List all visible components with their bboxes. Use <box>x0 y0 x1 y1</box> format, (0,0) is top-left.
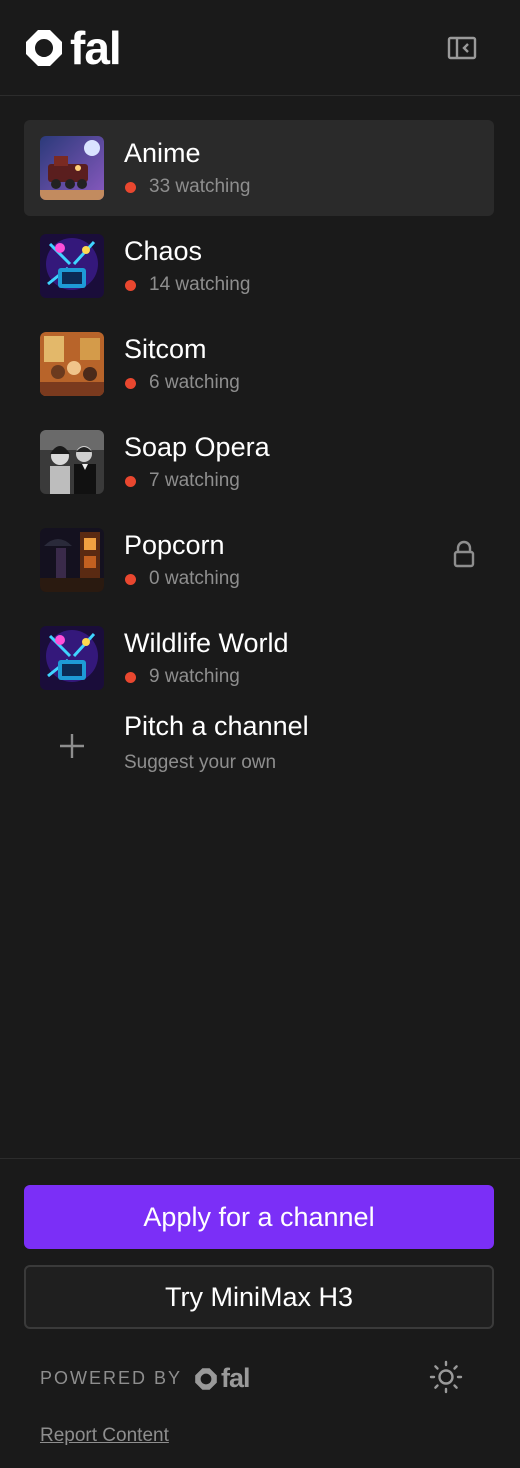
powered-by: POWERED BY fal <box>40 1363 251 1394</box>
channel-name: Anime <box>124 138 201 168</box>
powered-by-label: POWERED BY <box>40 1368 183 1388</box>
sun-icon <box>429 1360 463 1394</box>
channel-name: Soap Opera <box>124 432 270 462</box>
channel-status: 0 watching <box>124 568 240 590</box>
fal-logo[interactable]: fal <box>24 22 122 74</box>
wildlife-tv-thumbnail <box>40 626 104 690</box>
pitch-subtitle: Suggest your own <box>124 752 277 773</box>
chaos-tv-thumbnail <box>40 234 104 298</box>
soap-opera-thumbnail <box>40 430 104 494</box>
watching-count: 7 watching <box>149 470 240 491</box>
watching-count: 9 watching <box>149 666 240 687</box>
watching-count: 14 watching <box>149 274 251 295</box>
try-minimax-button[interactable]: Try MiniMax H3 <box>24 1265 494 1329</box>
footer: Apply for a channel Try MiniMax H3 POWER… <box>0 1158 520 1468</box>
live-dot-icon <box>125 279 136 291</box>
report-content-link[interactable]: Report Content <box>40 1425 169 1447</box>
logo-text: fal <box>70 22 122 74</box>
channel-name: Wildlife World <box>124 628 289 658</box>
channel-item-wildlife-world[interactable]: Wildlife World 9 watching <box>24 610 494 706</box>
channel-status: 6 watching <box>124 372 240 394</box>
channel-item-popcorn[interactable]: Popcorn 0 watching <box>24 512 494 608</box>
live-dot-icon <box>125 475 136 487</box>
watching-count: 33 watching <box>149 176 251 197</box>
sidebar-collapse-icon <box>447 36 477 60</box>
channel-name: Sitcom <box>124 334 207 364</box>
live-dot-icon <box>125 181 136 193</box>
watching-count: 0 watching <box>149 568 240 589</box>
channel-list: Anime 33 watching Chaos 14 watching Sitc… <box>24 120 494 804</box>
channel-item-anime[interactable]: Anime 33 watching <box>24 120 494 216</box>
pitch-title: Pitch a channel <box>124 711 309 741</box>
header: fal <box>0 0 520 96</box>
live-dot-icon <box>125 377 136 389</box>
channel-name: Chaos <box>124 236 203 266</box>
plus-icon <box>54 728 90 764</box>
channel-status: 14 watching <box>124 274 250 296</box>
channel-status: 33 watching <box>124 176 250 198</box>
powered-fal-logo[interactable]: fal <box>194 1363 251 1394</box>
anime-train-thumbnail <box>40 136 104 200</box>
sidebar-toggle-button[interactable] <box>446 34 478 62</box>
fal-logo-icon <box>195 1367 217 1390</box>
channel-status: 9 watching <box>124 666 240 688</box>
channel-name: Popcorn <box>124 530 225 560</box>
channel-item-soap-opera[interactable]: Soap Opera 7 watching <box>24 414 494 510</box>
pitch-channel-item[interactable]: Pitch a channel Suggest your own <box>24 708 494 804</box>
fal-logo-icon <box>26 30 62 66</box>
popcorn-thumbnail <box>40 528 104 592</box>
channel-status: 7 watching <box>124 470 240 492</box>
channel-item-chaos[interactable]: Chaos 14 watching <box>24 218 494 314</box>
powered-logo-text: fal <box>221 1363 250 1393</box>
watching-count: 6 watching <box>149 372 240 393</box>
live-dot-icon <box>125 671 136 683</box>
theme-toggle-button[interactable] <box>428 1359 464 1395</box>
lock-icon <box>452 539 476 569</box>
sitcom-thumbnail <box>40 332 104 396</box>
channel-item-sitcom[interactable]: Sitcom 6 watching <box>24 316 494 412</box>
live-dot-icon <box>125 573 136 585</box>
apply-for-channel-button[interactable]: Apply for a channel <box>24 1185 494 1249</box>
